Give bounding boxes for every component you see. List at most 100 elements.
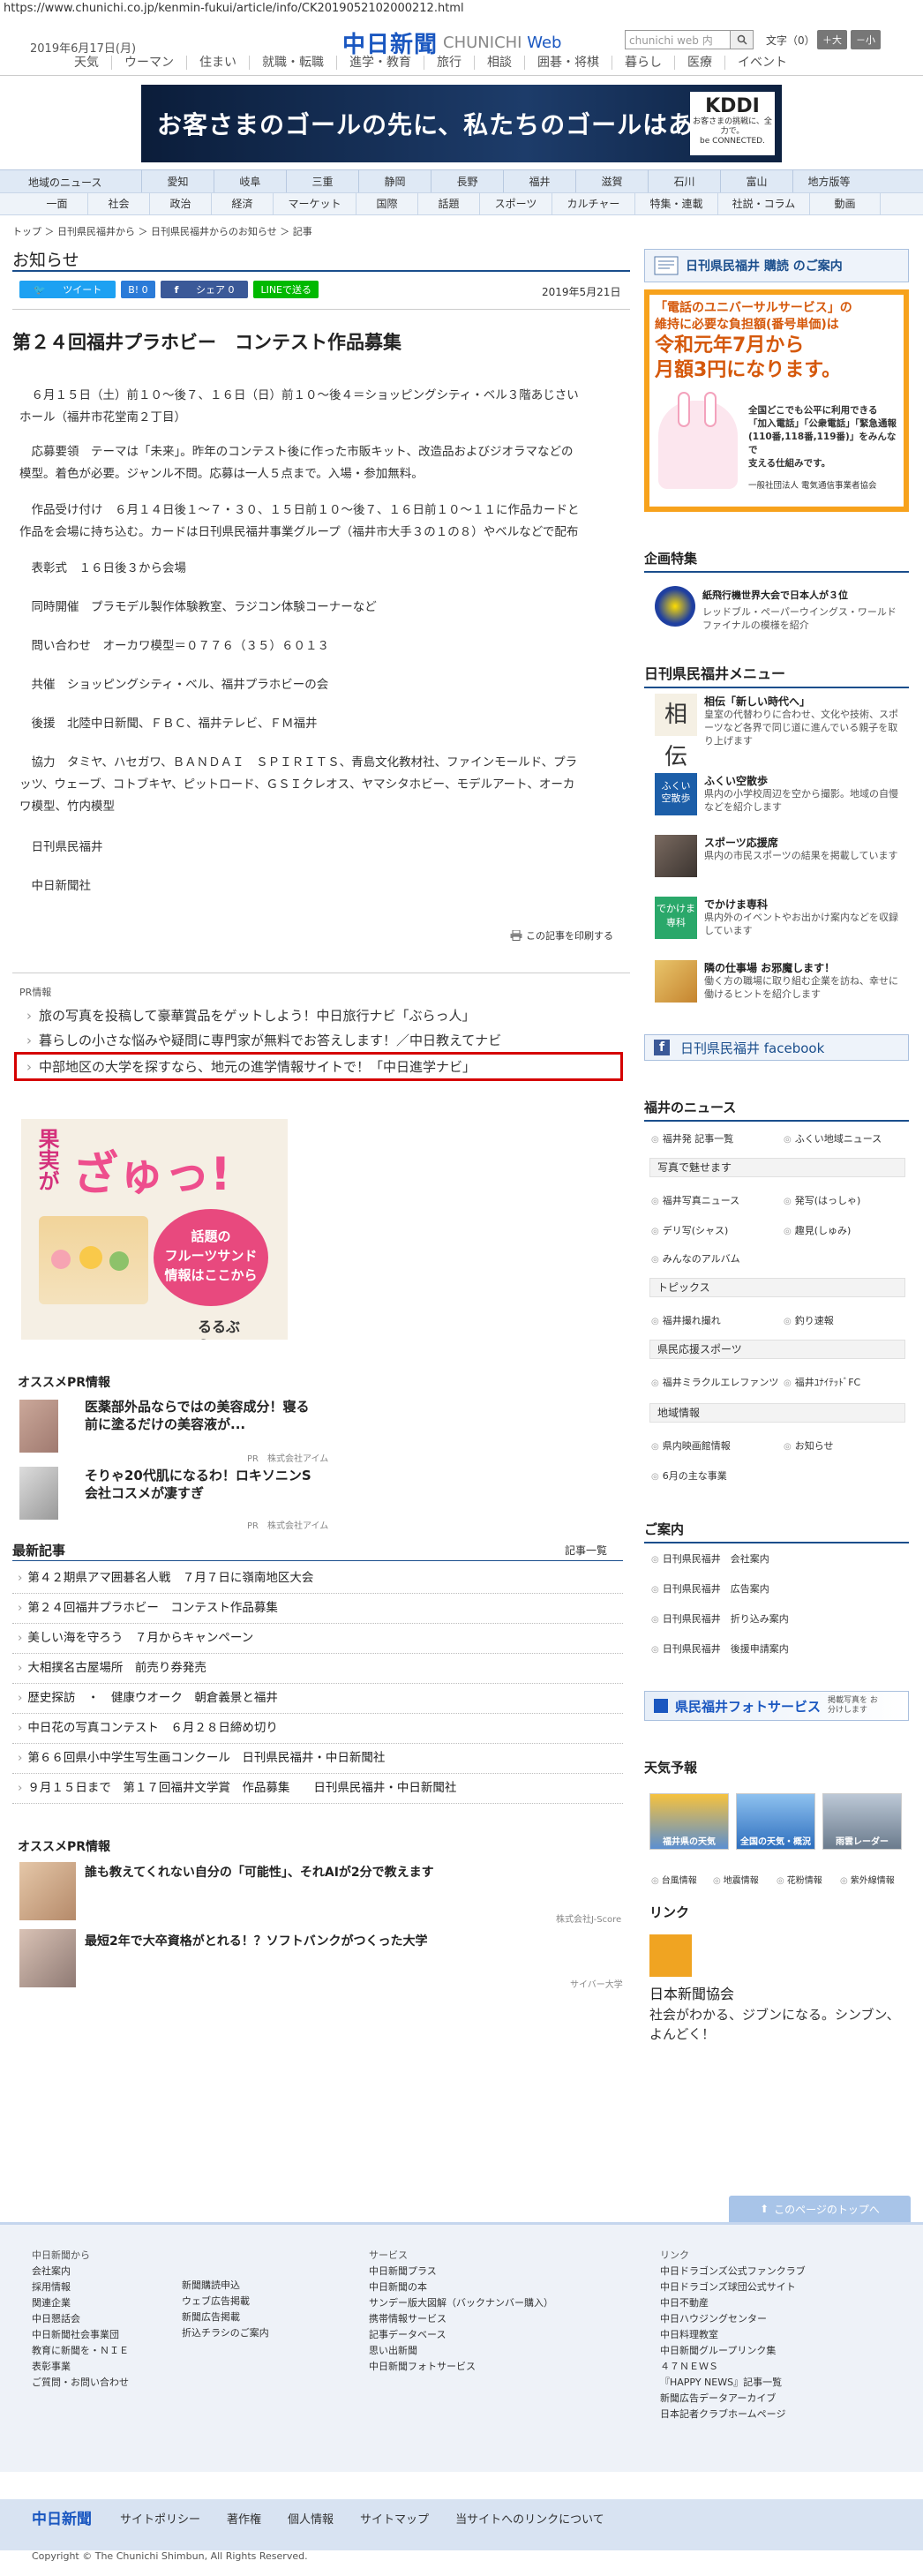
nav-item[interactable]: 囲碁・将棋 [525, 56, 612, 70]
latest-item[interactable]: 第４２期県アマ囲碁名人戦 ７月７日に嶺南地区大会 [12, 1564, 623, 1594]
weather-link[interactable]: 台風情報 [651, 1873, 697, 1886]
footer-link[interactable]: 折込チラシのご案内 [182, 2325, 269, 2341]
hatena-button[interactable]: B! 0 [121, 281, 155, 298]
nav-item[interactable]: 暮らし [612, 56, 675, 70]
region-item[interactable]: 静岡 [358, 170, 431, 193]
line-button[interactable]: LINEで送る [253, 281, 319, 298]
latest-item[interactable]: ９月１５日まで 第１７回福井文学賞 作品募集 日刊県民福井・中日新聞社 [12, 1774, 623, 1804]
news-link[interactable]: 釣り速報 [784, 1313, 834, 1327]
category-item[interactable]: 社会 [88, 193, 150, 215]
footer-link[interactable]: 記事データベース [369, 2327, 553, 2343]
link-name[interactable]: 日本新聞協会 [649, 1982, 734, 2003]
latest-item[interactable]: 美しい海を守ろう ７月からキャンペーン [12, 1624, 623, 1654]
latest-item[interactable]: 大相撲名古屋場所 前売り券発売 [12, 1654, 623, 1684]
news-link[interactable]: 福井発 記事一覧 [651, 1131, 734, 1145]
universal-service-ad[interactable]: 「電話のユニバーサルサービス」の 維持に必要な負担額(番号単価)は 令和元年7月か… [644, 289, 909, 512]
nav-item[interactable]: 住まい [187, 56, 250, 70]
newspaper-association-logo[interactable] [649, 1934, 692, 1977]
breadcrumb[interactable]: トップ ＞ 日刊県民福井から ＞ 日刊県民福井からのお知らせ ＞ 記事 [12, 224, 312, 238]
footer-link[interactable]: 中日不動産 [660, 2295, 806, 2311]
weather-fukui-button[interactable]: 福井県の天気 [649, 1793, 729, 1850]
footer-link[interactable]: 関連企業 [32, 2295, 129, 2311]
category-item[interactable]: 社説・コラム [718, 193, 810, 215]
footer-bar-link[interactable]: サイトマップ [360, 2510, 429, 2527]
pr-item[interactable]: そりゃ20代肌になるわ！ロキソニンS 会社コスメが凄すぎ [85, 1467, 311, 1502]
news-link[interactable]: ふくい地域ニュース [784, 1131, 882, 1145]
footer-link[interactable]: 日本記者クラブホームページ [660, 2407, 806, 2422]
category-item[interactable]: スポーツ [480, 193, 552, 215]
region-item[interactable]: 岐阜 [214, 170, 286, 193]
region-item[interactable]: 福井 [503, 170, 575, 193]
footer-link[interactable]: 表彰事業 [32, 2359, 129, 2375]
menu-item[interactable]: 隣の仕事場 お邪魔します！ 働く方の職場に取り組む企業を訪ね、幸せに働けるヒント… [655, 960, 911, 1004]
url-bar[interactable]: https://www.chunichi.co.jp/kenmin-fukui/… [0, 0, 923, 18]
guide-link[interactable]: 日刊県民福井 会社案内 [651, 1551, 769, 1566]
nav-item[interactable]: 相談 [475, 56, 525, 70]
font-bigger-button[interactable]: ＋大 [817, 30, 847, 49]
news-link[interactable]: 発写(はっしゃ) [784, 1193, 861, 1207]
guide-link[interactable]: 日刊県民福井 後援申請案内 [651, 1641, 789, 1656]
footer-link[interactable]: ご質問・お問い合わせ [32, 2375, 129, 2391]
facebook-banner[interactable]: f 日刊県民福井 facebook [644, 1034, 909, 1061]
region-item[interactable]: 地方版等 [792, 170, 865, 193]
footer-bar-link[interactable]: サイトポリシー [120, 2510, 200, 2527]
latest-item[interactable]: 歴史探訪 ・ 健康ウオーク 朝倉義景と福井 [12, 1684, 623, 1714]
footer-link[interactable]: サンデー版大図解（バックナンバー購入） [369, 2295, 553, 2311]
pr-thumbnail[interactable] [19, 1862, 76, 1920]
footer-link[interactable]: 携帯情報サービス [369, 2311, 553, 2327]
category-item[interactable]: マーケット [274, 193, 356, 215]
pr-thumbnail[interactable] [19, 1400, 58, 1453]
region-item[interactable]: 長野 [431, 170, 503, 193]
nav-item[interactable]: 医療 [675, 56, 725, 70]
footer-link[interactable]: 会社案内 [32, 2264, 129, 2279]
category-item[interactable]: 一面 [26, 193, 88, 215]
news-link[interactable]: みんなのアルバム [651, 1251, 740, 1265]
guide-link[interactable]: 日刊県民福井 広告案内 [651, 1581, 769, 1596]
pr-item[interactable]: 医薬部外品ならではの美容成分！寝る 前に塗るだけの美容液が... [85, 1398, 310, 1433]
nav-item[interactable]: 天気 [62, 56, 112, 70]
pr-item[interactable]: 最短2年で大卒資格がとれる！？ソフトバンクがつくった大学 [85, 1933, 427, 1950]
weather-link[interactable]: 地震情報 [713, 1873, 759, 1886]
news-link[interactable]: デリ写(シャス) [651, 1223, 729, 1237]
footer-link[interactable]: 中日懇話会 [32, 2311, 129, 2327]
category-item[interactable]: 政治 [150, 193, 212, 215]
search-input[interactable]: chunichi web 内 [625, 30, 731, 49]
nav-item[interactable]: ウーマン [112, 56, 187, 70]
category-item[interactable]: 動画 [810, 193, 881, 215]
nav-item[interactable]: イベント [725, 56, 799, 70]
region-item[interactable]: 三重 [286, 170, 358, 193]
pr-item[interactable]: 誰も教えてくれない自分の「可能性」、それAIが2分で教えます [85, 1864, 434, 1881]
nav-item[interactable]: 就職・転職 [250, 56, 337, 70]
weather-link[interactable]: 紫外線情報 [840, 1873, 895, 1886]
footer-link[interactable]: 中日新聞グループリンク集 [660, 2343, 806, 2359]
weather-radar-button[interactable]: 雨雲レーダー [822, 1793, 902, 1850]
menu-item[interactable]: ふくい 空散歩 ふくい空散歩 県内の小学校周辺を空から撮影。地域の自慢などを紹介し… [655, 773, 911, 817]
facebook-share-button[interactable]: f シェア 0 [160, 281, 249, 298]
pr-link[interactable]: 暮らしの小さな悩みや疑問に専門家が無料でお答えします！／中日教えてナビ [26, 1031, 501, 1049]
footer-link[interactable]: 中日新聞の本 [369, 2279, 553, 2295]
latest-item[interactable]: 第２４回福井プラホビー コンテスト作品募集 [12, 1594, 623, 1624]
nav-item[interactable]: 旅行 [424, 56, 475, 70]
latest-item[interactable]: 第６６回県小中学生写生画コンクール 日刊県民福井・中日新聞社 [12, 1744, 623, 1774]
search-button[interactable] [731, 30, 754, 49]
category-item[interactable]: 国際 [356, 193, 418, 215]
kikaku-name[interactable]: 紙飛行機世界大会で日本人が３位 [702, 588, 848, 602]
footer-link[interactable]: 新聞広告データアーカイブ [660, 2391, 806, 2407]
font-smaller-button[interactable]: －小 [851, 30, 881, 49]
kikaku-thumbnail[interactable] [655, 586, 695, 627]
menu-item[interactable]: 相伝 相伝「新しい時代へ」 皇室の代替わりに合わせ、文化や技術、スポーツなど各界… [655, 694, 911, 770]
footer-bar-link[interactable]: 個人情報 [288, 2510, 334, 2527]
footer-link[interactable]: ４７ＮＥＷＳ [660, 2359, 806, 2375]
latest-item[interactable]: 中日花の写真コンテスト ６月２８日締め切り [12, 1714, 623, 1744]
pr-link[interactable]: 旅の写真を投稿して豪華賞品をゲットしよう！中日旅行ナビ「ぶらっ人」 [26, 1006, 476, 1025]
weather-national-button[interactable]: 全国の天気・概況 [736, 1793, 815, 1850]
region-item[interactable]: 富山 [720, 170, 792, 193]
region-item[interactable]: 愛知 [141, 170, 214, 193]
guide-link[interactable]: 日刊県民福井 折り込み案内 [651, 1611, 789, 1626]
news-link[interactable]: 福井ミラクルエレファンツ [651, 1375, 779, 1389]
footer-link[interactable]: 中日新聞プラス [369, 2264, 553, 2279]
category-item[interactable]: 特集・連載 [635, 193, 718, 215]
footer-link[interactable]: 思い出新聞 [369, 2343, 553, 2359]
pr-thumbnail[interactable] [19, 1929, 76, 1987]
footer-link[interactable]: 中日ドラゴンズ球団公式サイト [660, 2279, 806, 2295]
